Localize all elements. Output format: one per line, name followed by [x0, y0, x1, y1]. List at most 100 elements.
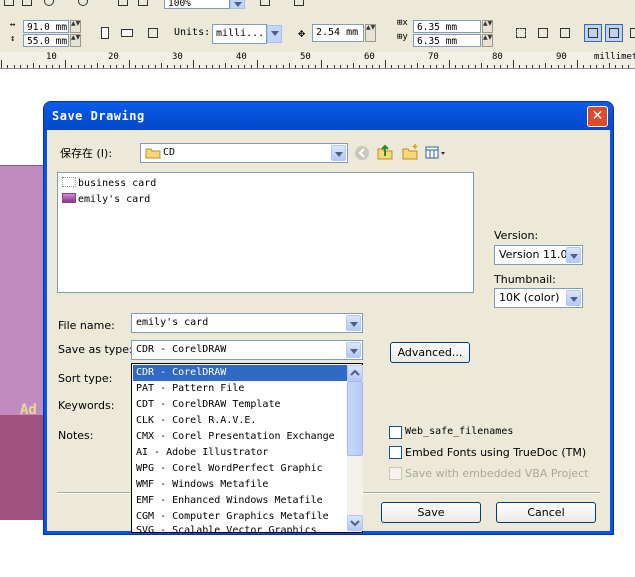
ruler-tick — [468, 65, 470, 68]
ruler-tick — [436, 65, 438, 68]
dropdown-option[interactable]: CLK - Corel R.A.V.E. — [136, 413, 256, 429]
dropdown-option[interactable]: CGM - Computer Graphics Metafile — [136, 509, 329, 525]
landscape-icon[interactable] — [118, 24, 136, 42]
zoom-dropdown-button[interactable] — [230, 0, 245, 9]
undo-icon[interactable] — [40, 0, 58, 10]
list-item[interactable]: emily's card — [62, 193, 150, 207]
ruler-tick — [109, 65, 111, 68]
dropdown-option[interactable]: AI - Adobe Illustrator — [136, 445, 268, 461]
thumbnail-dropdown-button[interactable] — [566, 290, 581, 306]
height-spinner[interactable]: ▲▼ — [70, 34, 81, 47]
duplicate-x-field[interactable]: 6.35 mm — [413, 20, 481, 33]
dropdown-option[interactable]: CDT - CorelDRAW Template — [136, 397, 281, 413]
new-folder-icon[interactable] — [401, 143, 419, 161]
ruler-tick — [90, 65, 92, 68]
embed-fonts-checkbox[interactable] — [389, 446, 402, 459]
paste-icon[interactable] — [18, 0, 36, 10]
duplicate-y-field[interactable]: 6.35 mm — [413, 34, 481, 47]
options-icon[interactable] — [626, 24, 635, 42]
save-as-type-dropdown-list[interactable]: CDR - CorelDRAW PAT - Pattern File CDT -… — [131, 363, 363, 533]
ruler-tick — [417, 63, 418, 68]
file-list[interactable]: business card emily's card — [57, 172, 474, 293]
ruler-tick — [218, 65, 220, 68]
ruler-tick — [58, 65, 60, 68]
export-icon[interactable] — [134, 0, 152, 10]
close-icon: ✕ — [591, 108, 604, 124]
embed-fonts-label: Embed Fonts using TrueDoc (TM) — [405, 446, 587, 459]
import-icon[interactable] — [114, 0, 132, 10]
list-item[interactable]: business card — [62, 177, 156, 191]
width-icon: ↔ — [10, 20, 16, 30]
ruler-label: 40 — [236, 52, 247, 62]
blank-document-icon — [62, 177, 76, 187]
ruler-tick — [71, 65, 73, 68]
ruler-tick — [621, 65, 623, 68]
web-safe-filenames-checkbox[interactable] — [389, 426, 402, 439]
advanced-button[interactable]: Advanced... — [390, 342, 470, 363]
portrait-icon[interactable] — [96, 24, 114, 42]
file-name: business card — [78, 178, 157, 189]
thumbnail-select[interactable]: 10K (color) — [494, 288, 583, 308]
save-as-type-dropdown-button[interactable] — [346, 342, 361, 358]
dropdown-option[interactable]: CMX - Corel Presentation Exchange — [136, 429, 335, 445]
save-button[interactable]: Save — [381, 502, 481, 523]
dialog-title-bar[interactable]: Save Drawing ✕ — [44, 102, 613, 130]
dropdown-option[interactable]: SVG - Scalable Vector Graphics — [136, 525, 317, 532]
ruler-tick — [449, 60, 450, 68]
dropdown-option[interactable]: WPG - Corel WordPerfect Graphic — [136, 461, 323, 477]
dropdown-scrollbar[interactable] — [347, 365, 363, 531]
dropdown-option[interactable]: EMF - Enhanced Windows Metafile — [136, 493, 323, 509]
scrollbar-thumb[interactable] — [347, 381, 363, 456]
ruler-tick — [577, 60, 578, 68]
notes-label: Notes: — [58, 429, 94, 442]
horizontal-ruler[interactable]: 10 20 30 40 50 60 70 80 90 millimet — [0, 52, 635, 69]
object-width-field[interactable]: 91.0 mm — [23, 20, 69, 33]
back-icon[interactable] — [354, 145, 370, 161]
toolbar-button[interactable] — [0, 0, 18, 10]
version-select[interactable]: Version 11.0 — [494, 245, 583, 265]
file-name-input[interactable]: emily's card — [131, 313, 363, 333]
draw-objects-icon[interactable] — [605, 24, 623, 42]
duplicate-x-spinner[interactable]: ▲▼ — [482, 20, 493, 33]
save-as-type-select[interactable]: CDR - CorelDRAW — [131, 340, 363, 360]
ruler-tick — [154, 65, 156, 68]
duplicate-y-spinner[interactable]: ▲▼ — [482, 34, 493, 47]
scroll-up-icon[interactable] — [347, 365, 363, 381]
close-button[interactable]: ✕ — [587, 106, 608, 127]
width-spinner[interactable]: ▲▼ — [70, 20, 81, 33]
cancel-button[interactable]: Cancel — [496, 502, 596, 523]
corel-online-icon[interactable] — [290, 0, 308, 10]
version-dropdown-button[interactable] — [566, 247, 581, 263]
dropdown-option[interactable]: PAT - Pattern File — [136, 381, 244, 397]
units-dropdown-button[interactable] — [267, 25, 282, 43]
ruler-tick — [135, 65, 137, 68]
save-in-dropdown-button[interactable] — [331, 145, 346, 161]
business-card-band[interactable] — [0, 415, 48, 520]
redo-icon[interactable] — [74, 0, 92, 10]
nudge-distance-field[interactable]: 2.54 mm — [312, 24, 364, 42]
save-in-combo[interactable]: CD — [140, 143, 348, 163]
zoom-level-field[interactable]: 100% — [164, 0, 230, 9]
scroll-down-icon[interactable] — [347, 515, 363, 531]
treat-as-filled-icon[interactable] — [584, 24, 602, 42]
snap-to-guidelines-icon[interactable] — [534, 24, 552, 42]
up-folder-icon[interactable] — [376, 143, 394, 161]
ruler-tick — [628, 65, 630, 68]
business-card-shape[interactable] — [0, 165, 48, 416]
ruler-tick — [596, 65, 598, 68]
views-menu-icon[interactable] — [425, 145, 449, 161]
ruler-label: 10 — [46, 52, 57, 62]
units-select[interactable]: milli... — [212, 24, 267, 44]
ruler-tick — [340, 65, 342, 68]
ruler-tick — [52, 65, 54, 68]
page-layout-icon[interactable] — [144, 24, 162, 42]
snap-to-objects-icon[interactable] — [556, 24, 574, 42]
file-name-dropdown-button[interactable] — [346, 315, 361, 331]
snap-to-grid-icon[interactable] — [512, 24, 530, 42]
dropdown-option[interactable]: CDR - CorelDRAW — [133, 365, 349, 381]
dropdown-option[interactable]: WMF - Windows Metafile — [136, 477, 268, 493]
nudge-spinner[interactable]: ▲▼ — [365, 24, 376, 42]
ruler-tick — [410, 65, 412, 68]
application-launcher-icon[interactable] — [256, 0, 274, 10]
object-height-field[interactable]: 55.0 mm — [23, 34, 69, 47]
